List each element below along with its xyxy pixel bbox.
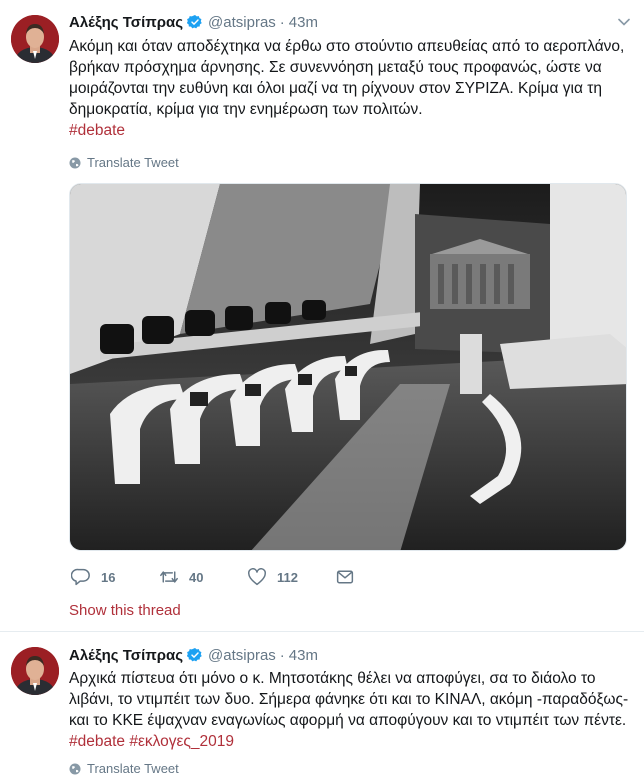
tweet-text: Αρχικά πίστευα ότι μόνο ο κ. Μητσοτάκης … xyxy=(69,668,629,752)
tweet-timestamp[interactable]: 43m xyxy=(289,14,318,31)
globe-icon xyxy=(69,763,81,774)
direct-message-button[interactable] xyxy=(335,568,365,586)
author-name[interactable]: Αλέξης Τσίπρας xyxy=(69,14,183,31)
author-name[interactable]: Αλέξης Τσίπρας xyxy=(69,647,183,664)
tweet-text: Ακόμη και όταν αποδέχτηκα να έρθω στο στ… xyxy=(69,36,629,141)
reply-button[interactable]: 16 xyxy=(71,568,115,586)
retweet-button[interactable]: 40 xyxy=(159,568,203,586)
tweet-media-photo[interactable] xyxy=(69,183,627,551)
tweet-2[interactable]: Αλέξης Τσίπρας @atsipras · 43m Αρχικά πί… xyxy=(0,633,644,777)
retweet-count: 40 xyxy=(189,569,204,585)
avatar[interactable] xyxy=(11,647,59,695)
translate-tweet-link[interactable]: Translate Tweet xyxy=(69,761,179,776)
tv-studio-photo xyxy=(70,184,626,550)
tweet-timestamp[interactable]: 43m xyxy=(289,647,318,664)
reply-count: 16 xyxy=(101,569,116,585)
author-handle[interactable]: @atsipras xyxy=(208,647,276,664)
avatar[interactable] xyxy=(11,15,59,63)
chevron-down-icon[interactable] xyxy=(618,18,630,26)
like-count: 112 xyxy=(277,569,298,585)
retweet-icon xyxy=(160,571,178,583)
tweet-actions: 16 40 112 xyxy=(69,568,369,588)
verified-badge-icon xyxy=(187,648,202,662)
hashtag-link[interactable]: #debate xyxy=(69,122,125,139)
tweet-header: Αλέξης Τσίπρας @atsipras · 43m xyxy=(69,12,318,32)
direct-message-icon xyxy=(336,570,354,584)
separator-dot: · xyxy=(279,13,285,31)
separator-dot: · xyxy=(279,646,285,664)
tweet-body: Αρχικά πίστευα ότι μόνο ο κ. Μητσοτάκης … xyxy=(69,670,629,729)
translate-label: Translate Tweet xyxy=(87,761,179,776)
hashtag-link-2[interactable]: #εκλογες_2019 xyxy=(129,733,234,750)
translate-label: Translate Tweet xyxy=(87,155,179,170)
tweet-1[interactable]: Αλέξης Τσίπρας @atsipras · 43m Ακόμη και… xyxy=(0,0,644,632)
tweet-body: Ακόμη και όταν αποδέχτηκα να έρθω στο στ… xyxy=(69,38,625,118)
like-button[interactable]: 112 xyxy=(247,568,298,586)
avatar-portrait-icon xyxy=(11,15,59,63)
show-thread-link[interactable]: Show this thread xyxy=(69,602,181,619)
reply-icon xyxy=(71,568,90,586)
translate-tweet-link[interactable]: Translate Tweet xyxy=(69,155,179,170)
avatar-portrait-icon xyxy=(11,647,59,695)
hashtag-link[interactable]: #debate xyxy=(69,733,125,750)
author-handle[interactable]: @atsipras xyxy=(208,14,276,31)
globe-icon xyxy=(69,157,81,168)
tweet-header: Αλέξης Τσίπρας @atsipras · 43m xyxy=(69,645,318,665)
verified-badge-icon xyxy=(187,15,202,29)
like-icon xyxy=(248,568,266,586)
